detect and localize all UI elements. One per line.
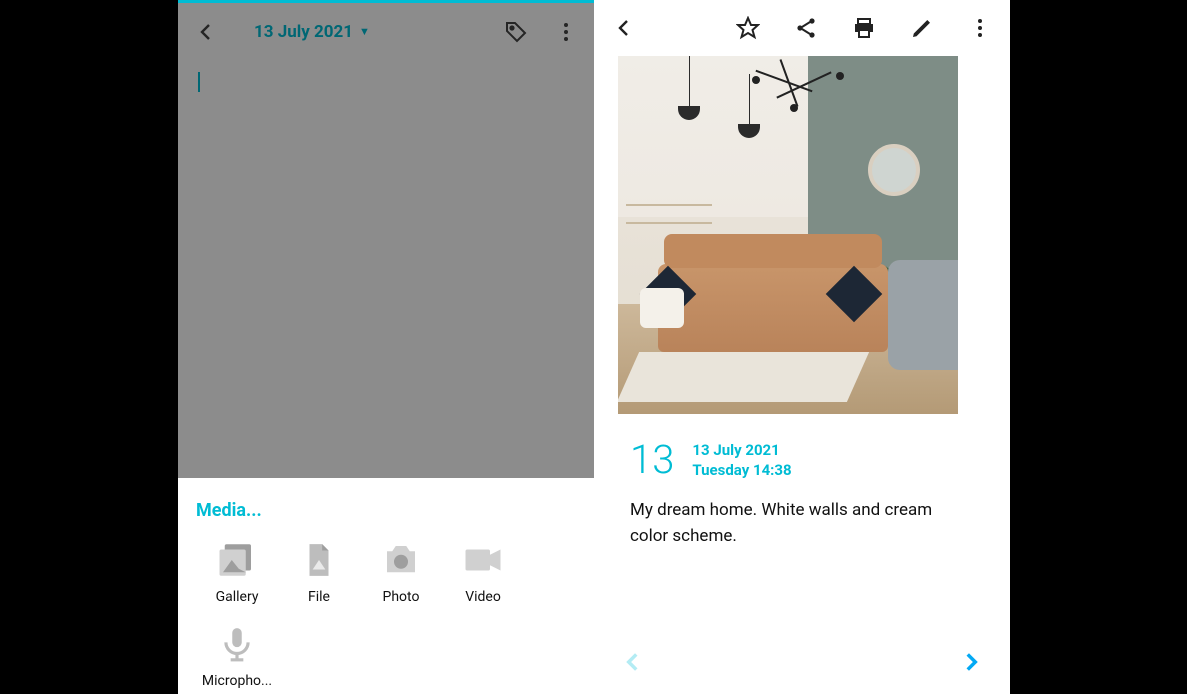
entry-day-time: Tuesday 14:38 [692, 461, 791, 479]
media-option-label: Micropho... [202, 673, 272, 689]
day-number: 13 [630, 440, 674, 480]
media-option-label: File [308, 589, 330, 605]
media-option-file[interactable]: File [278, 539, 360, 605]
entry-photo[interactable] [618, 56, 958, 414]
file-icon [298, 539, 340, 581]
edit-icon[interactable] [910, 16, 934, 40]
phone-right: 13 13 July 2021 Tuesday 14:38 My dream h… [594, 0, 1010, 694]
entry-nav [594, 649, 1010, 682]
media-option-microphone[interactable]: Micropho... [196, 623, 278, 689]
print-icon[interactable] [852, 16, 876, 40]
entry-body: My dream home. White walls and cream col… [594, 488, 1010, 559]
entry-date: 13 July 2021 [692, 441, 791, 459]
media-option-gallery[interactable]: Gallery [196, 539, 278, 605]
media-option-video[interactable]: Video [442, 539, 524, 605]
more-icon[interactable] [968, 16, 992, 40]
modal-overlay[interactable] [178, 3, 594, 478]
entry-meta: 13 13 July 2021 Tuesday 14:38 [594, 414, 1010, 488]
next-entry-icon[interactable] [958, 649, 984, 682]
media-option-label: Video [465, 589, 501, 605]
microphone-icon [216, 623, 258, 665]
prev-entry-icon[interactable] [620, 649, 646, 682]
camera-icon [380, 539, 422, 581]
phone-left: 13 July 2021 ▼ Media... [178, 0, 594, 694]
letterbox-right [1010, 0, 1187, 694]
media-option-label: Gallery [216, 589, 259, 605]
video-icon [462, 539, 504, 581]
share-icon[interactable] [794, 16, 818, 40]
star-icon[interactable] [736, 16, 760, 40]
entry-toolbar [594, 0, 1010, 56]
sheet-title: Media... [196, 500, 594, 521]
back-icon[interactable] [612, 16, 636, 40]
letterbox-left [0, 0, 178, 694]
media-option-label: Photo [383, 589, 420, 605]
gallery-icon [216, 539, 258, 581]
media-option-photo[interactable]: Photo [360, 539, 442, 605]
media-sheet: Media... Gallery File [178, 478, 594, 694]
